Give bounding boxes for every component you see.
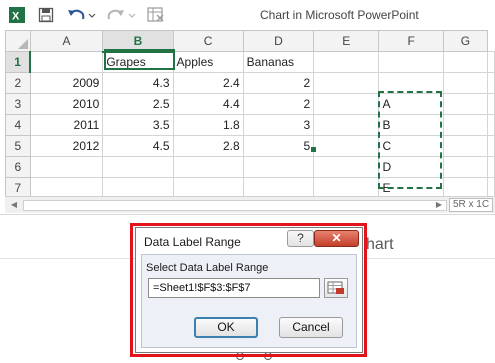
cell-g4[interactable]	[442, 114, 489, 136]
data-label-range-dialog: Data Label Range ? ✕ Select Data Label R…	[135, 227, 363, 353]
cell-c2[interactable]: 2.4	[172, 72, 244, 94]
column-header-f[interactable]: F	[378, 30, 444, 52]
column-header-d[interactable]: D	[242, 30, 315, 52]
cell-f6[interactable]: D	[378, 156, 444, 178]
fill-handle[interactable]	[311, 147, 316, 152]
sheet-row: 1 Grapes Apples Bananas	[5, 51, 495, 73]
cell-d4[interactable]: 3	[242, 114, 315, 136]
range-select-icon	[327, 281, 344, 294]
cell-b3[interactable]: 2.5	[102, 93, 174, 115]
cell-f3[interactable]: A	[378, 93, 444, 115]
cell-a5[interactable]: 2012	[29, 135, 104, 157]
cell-overflow[interactable]	[487, 156, 495, 178]
column-header-a[interactable]: A	[29, 30, 104, 52]
cell-a6[interactable]	[29, 156, 104, 178]
row-header[interactable]: 2	[5, 72, 31, 94]
cell-e5[interactable]	[313, 135, 380, 157]
range-input[interactable]: =Sheet1!$F$3:$F$7	[148, 278, 320, 298]
sheet-row: 4 2011 3.5 1.8 3 B	[5, 114, 495, 136]
cell-d5[interactable]: 5	[242, 135, 315, 157]
cell-overflow[interactable]	[487, 72, 495, 94]
cell-e4[interactable]	[313, 114, 380, 136]
cell-b2[interactable]: 4.3	[102, 72, 174, 94]
sheet-table[interactable]: A B C D E F G 1 Grapes Apples Bananas 2 2009 4…	[5, 30, 495, 199]
cell-e6[interactable]	[313, 156, 380, 178]
spreadsheet-grid[interactable]: A B C D E F G 1 Grapes Apples Bananas 2 2009 4…	[5, 30, 495, 199]
range-field-label: Select Data Label Range	[146, 262, 269, 274]
scroll-right-icon[interactable]: ▶	[433, 199, 445, 211]
row-header[interactable]: 4	[5, 114, 31, 136]
cell-f2[interactable]	[378, 72, 444, 94]
selection-size-indicator: 5R x 1C	[449, 198, 493, 212]
cell-a2[interactable]: 2009	[29, 72, 104, 94]
scroll-track[interactable]	[23, 200, 447, 211]
close-button[interactable]: ✕	[314, 230, 359, 247]
cell-f1[interactable]	[378, 51, 444, 73]
cell-d1[interactable]: Bananas	[242, 51, 315, 73]
cell-d3[interactable]: 2	[242, 93, 315, 115]
undo-icon[interactable]	[64, 4, 98, 26]
cell-c6[interactable]	[172, 156, 244, 178]
cell-a4[interactable]: 2011	[29, 114, 104, 136]
sheet-row: 5 2012 4.5 2.8 5 C	[5, 135, 495, 157]
cell-f5[interactable]: C	[378, 135, 444, 157]
cell-b5[interactable]: 4.5	[102, 135, 174, 157]
cell-overflow[interactable]	[487, 93, 495, 115]
cell-e1[interactable]	[313, 51, 380, 73]
cell-c3[interactable]: 4.4	[172, 93, 244, 115]
cell-overflow[interactable]	[487, 51, 495, 73]
cell-e2[interactable]	[313, 72, 380, 94]
cell-g6[interactable]	[442, 156, 489, 178]
cell-g5[interactable]	[442, 135, 489, 157]
cell-c1[interactable]: Apples	[172, 51, 244, 73]
embedded-sheet-icon[interactable]	[144, 4, 168, 26]
svg-text:X: X	[12, 11, 20, 23]
cell-b6[interactable]	[102, 156, 174, 178]
cancel-button[interactable]: Cancel	[279, 317, 343, 338]
cell-g3[interactable]	[442, 93, 489, 115]
ok-button[interactable]: OK	[194, 317, 258, 338]
scroll-left-icon[interactable]: ◀	[8, 199, 20, 211]
cell-d2[interactable]: 2	[242, 72, 315, 94]
cell-d6[interactable]	[242, 156, 315, 178]
cell-b1[interactable]: Grapes	[102, 51, 174, 73]
cell-b4[interactable]: 3.5	[102, 114, 174, 136]
redo-icon[interactable]	[104, 4, 138, 26]
column-header-b[interactable]: B	[102, 30, 174, 53]
help-button[interactable]: ?	[287, 230, 314, 247]
chart-title-partial: hart	[366, 236, 394, 253]
sheet-row: 3 2010 2.5 4.4 2 A	[5, 93, 495, 115]
row-header[interactable]: 5	[5, 135, 31, 157]
cell-overflow[interactable]	[487, 114, 495, 136]
column-header-e[interactable]: E	[313, 30, 380, 52]
excel-icon: X	[6, 4, 28, 26]
column-header-c[interactable]: C	[172, 30, 244, 52]
sheet-row: 2 2009 4.3 2.4 2	[5, 72, 495, 94]
cell-a1[interactable]	[29, 51, 104, 73]
select-all-corner[interactable]	[5, 30, 31, 52]
row-header[interactable]: 6	[5, 156, 31, 178]
row-header[interactable]: 3	[5, 93, 31, 115]
cell-c5[interactable]: 2.8	[172, 135, 244, 157]
collapse-dialog-button[interactable]	[324, 278, 348, 298]
save-icon[interactable]	[34, 4, 58, 26]
cell-e3[interactable]	[313, 93, 380, 115]
sheet-row: 6D	[5, 156, 495, 178]
cell-overflow[interactable]	[487, 135, 495, 157]
cell-c4[interactable]: 1.8	[172, 114, 244, 136]
cell-f4[interactable]: B	[378, 114, 444, 136]
dialog-title: Data Label Range	[144, 235, 241, 249]
horizontal-scrollbar[interactable]: ◀ ▶ 5R x 1C	[5, 196, 495, 213]
row-header[interactable]: 1	[5, 51, 32, 73]
cell-a3[interactable]: 2010	[29, 93, 104, 115]
column-header-g[interactable]: G	[442, 30, 489, 52]
cell-g2[interactable]	[442, 72, 489, 94]
cell-g1[interactable]	[442, 51, 489, 73]
window-title: Chart in Microsoft PowerPoint	[260, 8, 419, 22]
title-bar: X Chart in Microsoft PowerPoint	[0, 0, 495, 30]
